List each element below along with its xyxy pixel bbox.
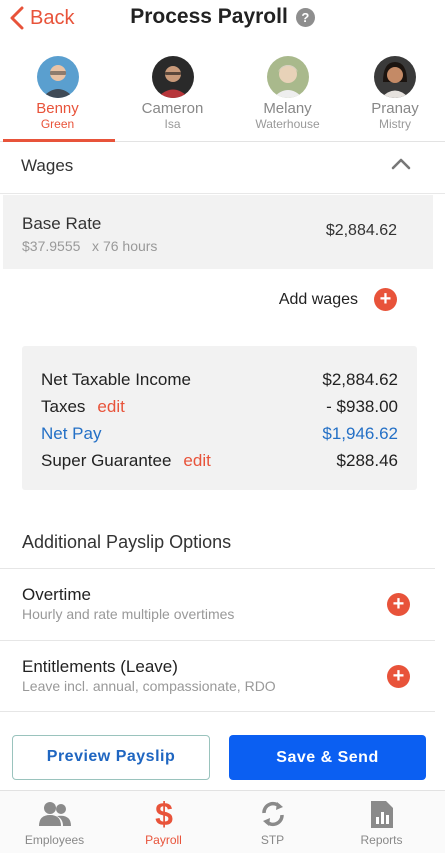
taxes-row: Taxes edit - $938.00 [41, 393, 398, 420]
net-taxable-income-value: $2,884.62 [322, 369, 398, 389]
add-wages-button[interactable]: Add wages + [279, 288, 397, 311]
net-pay-value: $1,946.62 [322, 423, 398, 443]
tab-payroll[interactable]: $ Payroll [109, 791, 218, 853]
tab-bar: Employees $ Payroll STP Reports [0, 790, 445, 853]
super-guarantee-row: Super Guarantee edit $288.46 [41, 447, 398, 474]
employee-first-name: Melany [263, 100, 312, 117]
tab-reports[interactable]: Reports [327, 791, 436, 853]
entitlements-option[interactable]: Entitlements (Leave) Leave incl. annual,… [0, 640, 435, 712]
tab-payroll-label: Payroll [145, 833, 182, 847]
people-icon [38, 802, 71, 826]
avatar [151, 56, 194, 98]
net-taxable-income-row: Net Taxable Income $2,884.62 [41, 366, 398, 393]
tab-stp[interactable]: STP [218, 791, 327, 853]
base-rate-label: Base Rate [22, 214, 102, 233]
tab-stp-label: STP [260, 833, 285, 847]
taxes-edit-link[interactable]: edit [97, 397, 124, 416]
add-wages-label: Add wages [278, 290, 358, 308]
net-pay-label: Net Pay [41, 423, 102, 443]
base-rate-row[interactable]: Base Rate $37.9555 x 76 hours $2,884.62 [3, 195, 433, 269]
additional-options-heading: Additional Payslip Options [22, 532, 232, 552]
base-rate-amount: $2,884.62 [325, 222, 397, 239]
employee-tab-pranay-mistry[interactable]: Pranay Mistry [345, 52, 445, 141]
employee-tab-benny-green[interactable]: Benny Green [0, 52, 115, 142]
plus-icon[interactable]: + [387, 593, 410, 616]
nav-header: Back Process Payroll ? [0, 0, 445, 44]
avatar [374, 56, 416, 98]
employee-last-name: Isa [164, 117, 181, 131]
tab-reports-label: Reports [360, 833, 403, 847]
tab-employees[interactable]: Employees [0, 791, 109, 853]
wages-section-header[interactable]: Wages [0, 142, 445, 194]
overtime-title: Overtime [22, 585, 91, 604]
taxes-value: - $938.00 [326, 396, 398, 416]
net-pay-row: Net Pay $1,946.62 [41, 420, 398, 447]
employee-tab-cameron-isa[interactable]: Cameron Isa [115, 52, 230, 141]
employee-last-name: Mistry [379, 117, 411, 131]
employee-selector: Benny Green Cameron Isa Melany Waterhous… [0, 52, 445, 142]
save-and-send-button[interactable]: Save & Send [229, 735, 426, 780]
report-icon [370, 801, 393, 828]
pay-summary: Net Taxable Income $2,884.62 Taxes edit -… [22, 346, 417, 490]
chevron-up-icon[interactable] [391, 158, 411, 170]
taxes-label: Taxes [41, 396, 86, 416]
avatar [36, 56, 79, 98]
super-guarantee-value: $288.46 [336, 450, 398, 470]
base-rate-detail: $37.9555 x 76 hours [22, 238, 158, 254]
sync-icon [261, 801, 284, 827]
entitlements-subtitle: Leave incl. annual, compassionate, RDO [22, 678, 276, 694]
super-guarantee-label: Super Guarantee [41, 450, 172, 470]
employee-last-name: Green [40, 117, 75, 131]
employee-first-name: Cameron [141, 100, 204, 117]
employee-first-name: Benny [36, 100, 79, 117]
tab-employees-label: Employees [24, 833, 85, 847]
svg-text:$: $ [155, 798, 173, 830]
help-icon[interactable]: ? [295, 7, 315, 27]
overtime-subtitle: Hourly and rate multiple overtimes [22, 606, 235, 622]
employee-first-name: Pranay [371, 100, 419, 117]
dollar-icon: $ [155, 798, 173, 830]
preview-payslip-button[interactable]: Preview Payslip [12, 735, 210, 780]
page-title: Process Payroll [130, 5, 288, 28]
overtime-option[interactable]: Overtime Hourly and rate multiple overti… [0, 568, 435, 640]
super-edit-link[interactable]: edit [183, 451, 210, 470]
wages-section-label: Wages [21, 156, 74, 175]
plus-icon[interactable]: + [387, 665, 410, 688]
employee-tab-melany-waterhouse[interactable]: Melany Waterhouse [230, 52, 345, 141]
employee-last-name: Waterhouse [255, 117, 320, 131]
net-taxable-income-label: Net Taxable Income [41, 369, 191, 389]
avatar [266, 56, 309, 98]
plus-icon[interactable]: + [374, 288, 397, 311]
entitlements-title: Entitlements (Leave) [22, 657, 178, 676]
